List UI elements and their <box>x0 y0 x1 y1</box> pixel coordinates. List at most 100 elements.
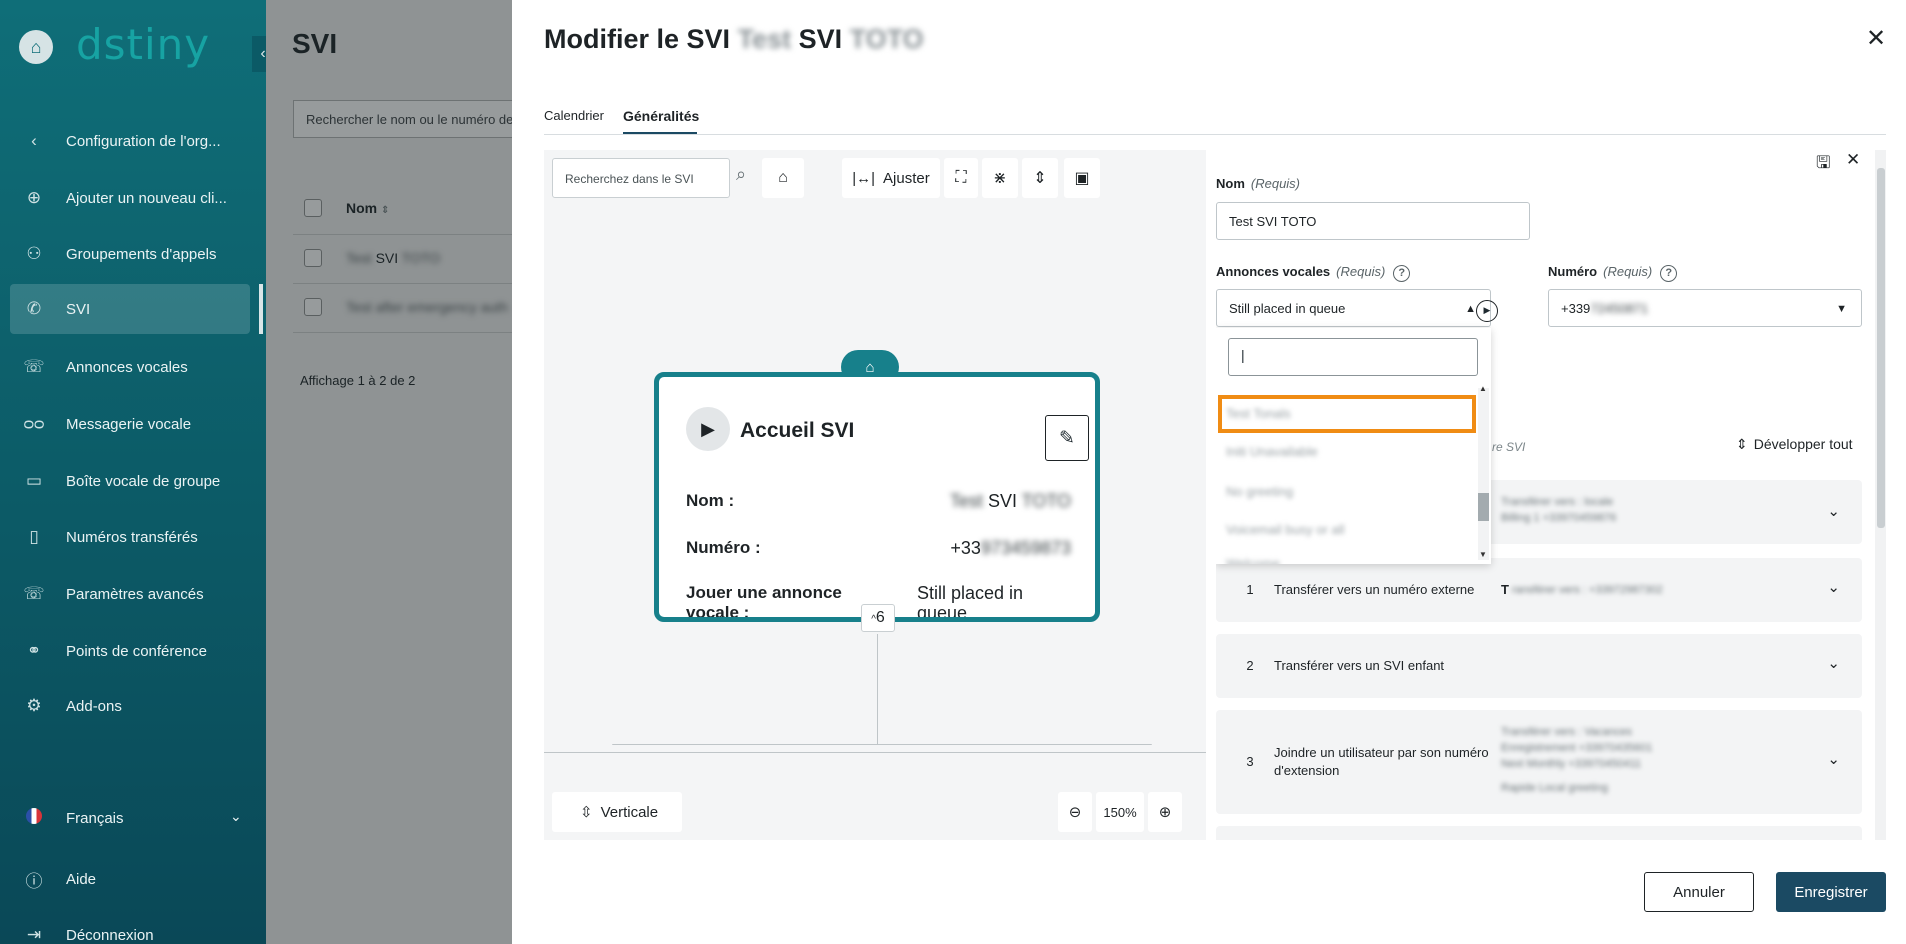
collapse-icon: ⋇ <box>993 170 1007 187</box>
tab-calendrier[interactable]: Calendrier <box>544 108 604 123</box>
save-button[interactable]: Enregistrer <box>1776 872 1886 912</box>
sidebar-item-svi[interactable]: ✆ SVI <box>10 284 250 334</box>
sidebar-item-label: Boîte vocale de groupe <box>66 472 221 490</box>
export-button[interactable]: ▣ <box>1064 158 1100 198</box>
sidebar-item-add-client[interactable]: ⊕ Ajouter un nouveau cli... <box>10 173 250 223</box>
annonces-select[interactable]: Still placed in queue ▲ <box>1216 289 1491 327</box>
home-icon[interactable]: ⌂ <box>19 30 53 64</box>
edit-node-button[interactable]: ✎ <box>1045 415 1089 461</box>
action-card-1[interactable]: 1 Transférer vers un numéro externe T ra… <box>1216 558 1862 622</box>
sidebar-item-org-config[interactable]: ‹ Configuration de l'org... <box>10 116 250 166</box>
canvas-search-input[interactable]: Recherchez dans le SVI <box>552 158 730 198</box>
sidebar-item-logout[interactable]: ⇥ Déconnexion <box>10 910 250 944</box>
action-card-4[interactable] <box>1216 826 1862 840</box>
tab-generalites[interactable]: Généralités <box>623 108 699 124</box>
sidebar-item-transferred-numbers[interactable]: ▯ Numéros transférés <box>10 512 250 562</box>
sidebar-item-call-groups[interactable]: ⚇ Groupements d'appels <box>10 229 250 279</box>
background-page: SVI Rechercher le nom ou le numéro de té… <box>266 0 533 944</box>
cancel-button[interactable]: Annuler <box>1644 872 1754 912</box>
fullscreen-button[interactable]: ⛶ <box>944 158 978 198</box>
nom-label: Nom (Requis) <box>1216 176 1301 191</box>
help-icon: ? <box>1393 265 1411 282</box>
layout-vertical-button[interactable]: ⇳ Verticale <box>552 792 682 832</box>
numero-label: Numéro (Requis)? <box>1548 264 1678 282</box>
sidebar-item-group-voicemail[interactable]: ▭ Boîte vocale de groupe <box>10 456 250 506</box>
dropdown-option[interactable]: No greeting <box>1226 484 1472 499</box>
expand-all-button[interactable]: ⇕ <box>1022 158 1058 198</box>
card-label: Transférer vers un SVI enfant <box>1274 658 1445 673</box>
dropdown-scrollbar-thumb[interactable] <box>1478 493 1489 521</box>
play-icon[interactable]: ▶ <box>686 407 730 451</box>
caret-up-icon: ▲ <box>1465 303 1476 315</box>
dropdown-option[interactable]: Initi Unavailable <box>1226 444 1472 459</box>
page-title: SVI <box>292 28 338 59</box>
column-header-name: Nom ⇕ <box>346 200 390 216</box>
chevron-down-icon[interactable]: ⌄ <box>1827 654 1840 672</box>
plus-circle-icon: ⊕ <box>26 188 42 207</box>
sidebar-item-addons[interactable]: ⚙ Add-ons <box>10 681 250 731</box>
sidebar-item-conference-points[interactable]: ⚭ Points de conférence <box>10 626 250 676</box>
zoom-out-button[interactable]: ⊖ <box>1058 792 1092 832</box>
children-toggle[interactable]: ^6 <box>861 604 895 632</box>
action-card-2[interactable]: 2 Transférer vers un SVI enfant ⌄ <box>1216 634 1862 698</box>
voice-announcement-icon: ☏ <box>23 357 45 376</box>
logout-icon: ⇥ <box>26 925 42 944</box>
play-announcement-icon[interactable]: ▶ <box>1476 300 1498 322</box>
card-detail: Transférer vers : Vacances <box>1501 726 1632 738</box>
expand-all-link[interactable]: ⇕ Développer tout <box>1736 436 1853 453</box>
dropdown-scrollbar[interactable] <box>1478 388 1489 560</box>
annonces-dropdown[interactable]: | Test Tonals Initi Unavailable No greet… <box>1216 328 1491 564</box>
ivr-phone-icon: ✆ <box>26 299 42 318</box>
language-selector[interactable]: Français <box>10 793 250 843</box>
dropdown-search-input[interactable]: | <box>1228 338 1478 376</box>
chevron-down-icon[interactable]: ⌄ <box>1827 750 1840 768</box>
annonces-label: Annonces vocales (Requis)? <box>1216 264 1411 282</box>
panel-scrollbar-thumb[interactable] <box>1877 168 1885 528</box>
collapse-all-button[interactable]: ⋇ <box>982 158 1018 198</box>
sidebar-item-advanced-settings[interactable]: ☏ Paramètres avancés <box>10 569 250 619</box>
numero-select[interactable]: +33972450871 ▼ <box>1548 289 1862 327</box>
zoom-in-icon: ⊕ <box>1158 804 1172 821</box>
svi-flow-canvas[interactable]: Recherchez dans le SVI ⌕ ⌂ |↔| Ajuster ⛶ … <box>544 150 1206 840</box>
advanced-settings-icon: ☏ <box>23 584 45 603</box>
sidebar-item-label: Annonces vocales <box>66 358 188 376</box>
card-detail: ransférer vers : +33972987302 <box>1512 584 1663 596</box>
nom-input[interactable]: Test SVI TOTO <box>1216 202 1530 240</box>
sidebar-item-label: Groupements d'appels <box>66 245 217 263</box>
sidebar-item-voicemail[interactable]: ᴑᴑ Messagerie vocale <box>10 399 250 449</box>
svi-root-node[interactable]: ▶ Accueil SVI ✎ Nom : Test SVI TOTO Numé… <box>654 372 1100 622</box>
sidebar: ⌂ dstiny ‹ ‹ Configuration de l'org... ⊕… <box>0 0 274 944</box>
chevron-down-icon[interactable]: ⌄ <box>1827 578 1840 596</box>
select-all-checkbox <box>304 199 322 217</box>
expand-icon: ⇕ <box>1033 170 1047 187</box>
node-annonce-value: Still placed in queue <box>917 583 1024 622</box>
scroll-down-icon[interactable]: ▼ <box>1479 550 1487 559</box>
chevron-down-icon[interactable]: ⌄ <box>1827 502 1840 520</box>
pencil-icon: ✎ <box>1059 427 1075 449</box>
help-icon: ⓘ <box>25 871 43 891</box>
dropdown-option[interactable]: Voicemail busy or all <box>1226 522 1472 537</box>
table-row: Test after emergency auth <box>346 299 508 315</box>
zoom-in-button[interactable]: ⊕ <box>1148 792 1182 832</box>
dropdown-option[interactable]: Welcome <box>1226 556 1472 564</box>
row-divider <box>293 332 512 333</box>
sidebar-item-help[interactable]: ⓘ Aide <box>10 854 250 904</box>
zoom-level: 150% <box>1096 792 1144 832</box>
adjust-button[interactable]: |↔| Ajuster <box>842 158 940 198</box>
card-number: 1 <box>1246 582 1254 597</box>
home-button[interactable]: ⌂ <box>762 158 804 198</box>
card-detail: Rapide Local greeting <box>1501 782 1609 794</box>
save-icon[interactable]: 🖫 <box>1816 150 1830 179</box>
close-icon[interactable]: ✕ <box>1866 24 1886 53</box>
sidebar-item-label: Ajouter un nouveau cli... <box>66 189 227 207</box>
row-checkbox <box>304 249 322 267</box>
search-icon[interactable]: ⌕ <box>736 164 746 185</box>
scroll-up-icon[interactable]: ▲ <box>1479 384 1487 393</box>
close-panel-icon[interactable]: ✕ <box>1846 150 1860 170</box>
node-nom-label: Nom : <box>686 491 735 510</box>
brand-logo: dstiny <box>76 20 211 69</box>
action-card-3[interactable]: 3 Joindre un utilisateur par son numéro … <box>1216 710 1862 814</box>
sidebar-item-voice-announcements[interactable]: ☏ Annonces vocales <box>10 342 250 392</box>
sidebar-item-label: Messagerie vocale <box>66 415 192 433</box>
french-flag-icon <box>22 807 46 829</box>
